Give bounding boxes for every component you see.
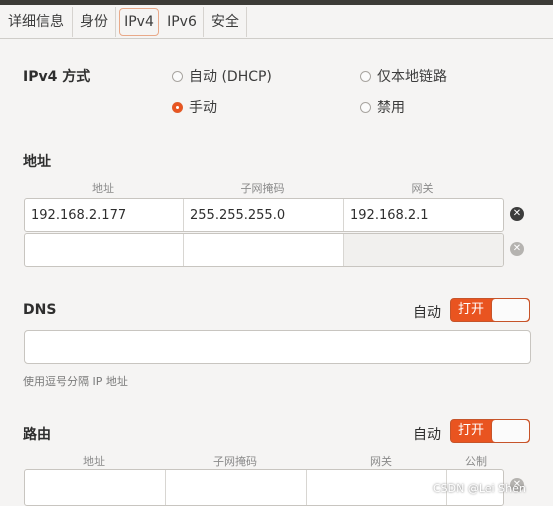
gateway-column-header: 网关 xyxy=(411,182,434,195)
routes-auto-label: 自动 xyxy=(413,427,441,443)
address-section-title: 地址 xyxy=(23,154,51,170)
tab-security[interactable]: 安全 xyxy=(204,7,247,37)
switch-knob xyxy=(491,299,529,321)
route-address-input[interactable] xyxy=(25,470,166,505)
tab-ipv6[interactable]: IPv6 xyxy=(161,7,204,37)
watermark: CSDN @Lei Shen xyxy=(433,482,526,495)
radio-auto-dhcp-label: 自动 (DHCP) xyxy=(189,69,272,85)
radio-indicator-selected xyxy=(172,101,183,113)
switch-knob xyxy=(491,420,529,442)
radio-indicator xyxy=(360,101,371,113)
table-row xyxy=(24,469,504,506)
radio-link-local-label: 仅本地链路 xyxy=(377,69,447,85)
radio-disabled-label: 禁用 xyxy=(377,100,405,116)
close-circle-icon: ✕ xyxy=(512,243,522,254)
netmask-input[interactable]: 255.255.255.0 xyxy=(184,199,344,231)
dns-hint: 使用逗号分隔 IP 地址 xyxy=(23,375,128,388)
address-column-header: 地址 xyxy=(92,182,114,195)
radio-indicator xyxy=(172,70,183,82)
dns-auto-label: 自动 xyxy=(413,305,441,321)
radio-disabled[interactable]: 禁用 xyxy=(360,97,405,117)
gateway-input[interactable] xyxy=(344,234,503,266)
tab-ipv4[interactable]: IPv4 xyxy=(119,8,159,36)
route-gateway-input[interactable] xyxy=(307,470,447,505)
switch-on-label: 打开 xyxy=(457,302,484,317)
tab-identity[interactable]: 身份 xyxy=(73,7,116,37)
ipv4-method-label: IPv4 方式 xyxy=(23,69,91,85)
routes-section-title: 路由 xyxy=(23,427,51,443)
address-input[interactable] xyxy=(25,234,184,266)
route-netmask-column-header: 子网掩码 xyxy=(213,455,257,468)
table-row: 192.168.2.177 255.255.255.0 192.168.2.1 xyxy=(24,198,504,232)
route-address-column-header: 地址 xyxy=(83,455,105,468)
radio-auto-dhcp[interactable]: 自动 (DHCP) xyxy=(172,66,272,86)
dns-auto-switch[interactable]: 打开 xyxy=(450,298,530,322)
tab-bar: 详细信息 身份 IPv4 IPv6 安全 xyxy=(0,5,553,39)
netmask-input[interactable] xyxy=(184,234,344,266)
radio-indicator xyxy=(360,70,371,82)
remove-address-button-disabled[interactable]: ✕ xyxy=(510,242,524,256)
switch-on-label: 打开 xyxy=(457,423,484,438)
table-row xyxy=(24,233,504,267)
dns-section-title: DNS xyxy=(23,302,57,318)
route-netmask-input[interactable] xyxy=(166,470,307,505)
radio-manual[interactable]: 手动 xyxy=(172,97,217,117)
route-gateway-column-header: 网关 xyxy=(370,455,392,468)
tab-details[interactable]: 详细信息 xyxy=(0,7,73,37)
remove-address-button[interactable]: ✕ xyxy=(510,207,524,221)
address-input[interactable]: 192.168.2.177 xyxy=(25,199,184,231)
close-circle-icon: ✕ xyxy=(512,208,522,219)
routes-auto-switch[interactable]: 打开 xyxy=(450,419,530,443)
route-metric-column-header: 公制 xyxy=(465,455,487,468)
dns-input[interactable] xyxy=(24,330,531,364)
radio-link-local[interactable]: 仅本地链路 xyxy=(360,66,447,86)
radio-manual-label: 手动 xyxy=(189,100,217,116)
netmask-column-header: 子网掩码 xyxy=(240,182,285,195)
gateway-input[interactable]: 192.168.2.1 xyxy=(344,199,503,231)
